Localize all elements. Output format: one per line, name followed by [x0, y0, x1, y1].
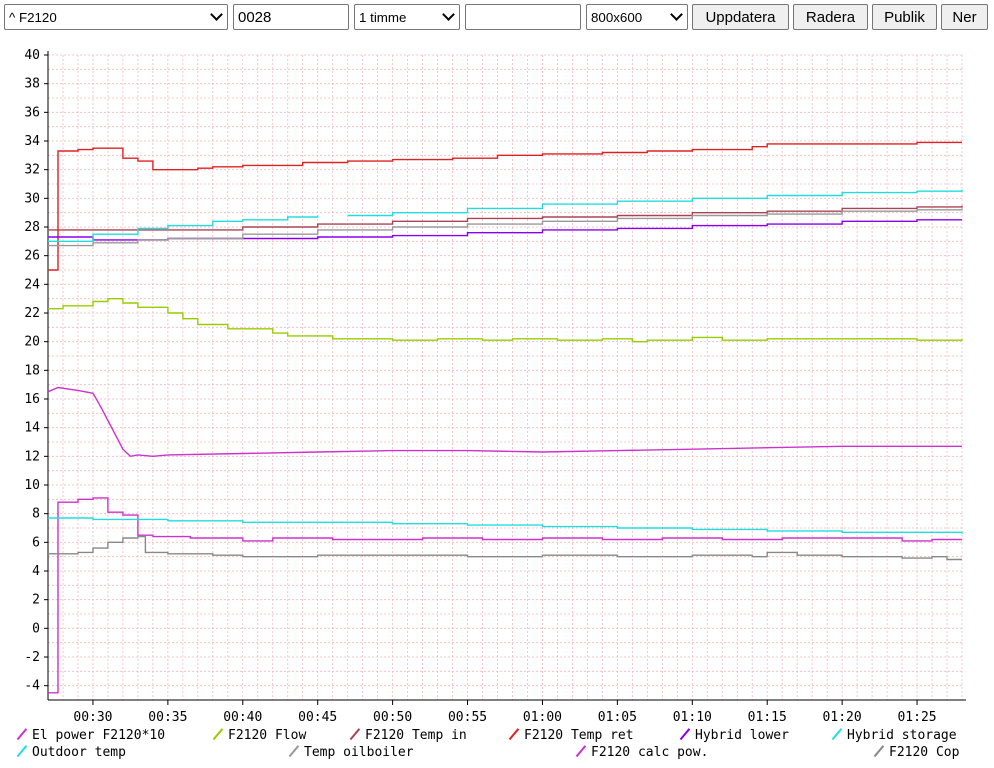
legend-swatch-icon	[575, 745, 585, 757]
legend-label: F2120 calc pow.	[591, 745, 709, 760]
y-tick-label: 30	[24, 191, 40, 206]
y-tick-label: -2	[24, 650, 40, 665]
y-tick-label: 4	[32, 564, 40, 579]
legend-label: F2120 Cop	[889, 745, 960, 760]
legend-swatch-icon	[873, 745, 883, 757]
device-select[interactable]: ^ F2120	[4, 4, 228, 30]
legend-label: F2120 Temp ret	[524, 728, 634, 743]
y-tick-label: 40	[24, 48, 40, 63]
y-tick-label: 12	[24, 449, 40, 464]
legend-label: Temp oilboiler	[304, 745, 414, 760]
y-tick-label: 2	[32, 593, 40, 608]
y-tick-label: 14	[24, 421, 40, 436]
y-tick-label: 32	[24, 163, 40, 178]
legend-item[interactable]: F2120 Cop	[873, 745, 959, 760]
legend-row: Outdoor temp Temp oilboiler F2120 calc pow…	[0, 745, 994, 761]
id-input[interactable]	[233, 4, 349, 30]
legend-item[interactable]: F2120 Temp ret	[508, 728, 634, 743]
legend-item[interactable]: Hybrid storage	[831, 728, 957, 743]
y-tick-label: 28	[24, 220, 40, 235]
legend-swatch-icon	[349, 728, 359, 740]
update-button[interactable]: Uppdatera	[692, 4, 789, 30]
legend-item[interactable]: Hybrid lower	[679, 728, 789, 743]
series-line-8	[47, 386, 962, 458]
series-line-5	[48, 189, 963, 242]
y-tick-label: 8	[32, 507, 40, 522]
legend-swatch-icon	[831, 728, 841, 740]
x-tick-label: 00:40	[223, 710, 262, 725]
y-tick-label: 10	[24, 478, 40, 493]
free-input[interactable]	[465, 4, 581, 30]
legend-label: Hybrid storage	[847, 728, 957, 743]
y-tick-label: 18	[24, 363, 40, 378]
x-tick-label: 00:45	[298, 710, 337, 725]
y-tick-label: -4	[24, 679, 40, 694]
x-tick-label: 01:00	[523, 710, 562, 725]
legend-swatch-icon	[212, 728, 222, 740]
x-tick-label: 01:25	[897, 710, 936, 725]
x-tick-label: 00:50	[373, 710, 412, 725]
legend-label: Outdoor temp	[32, 745, 126, 760]
x-tick-label: 00:55	[448, 710, 487, 725]
y-tick-label: 16	[24, 392, 40, 407]
legend-item[interactable]: Outdoor temp	[16, 745, 126, 760]
period-select-wrap[interactable]: 1 timme	[354, 4, 460, 30]
legend-item[interactable]: F2120 Flow	[212, 728, 306, 743]
device-select-wrap[interactable]: ^ F2120	[4, 4, 228, 30]
legend-label: Hybrid lower	[695, 728, 789, 743]
y-tick-label: 36	[24, 105, 40, 120]
chart: 4038363432302826242220181614121086420-2-…	[24, 48, 966, 725]
legend-label: F2120 Flow	[228, 728, 307, 743]
toolbar: ^ F2120 1 timme 800x600 Uppdatera Radera…	[4, 4, 990, 30]
legend-item[interactable]: El power F2120*10	[16, 728, 165, 743]
delete-button[interactable]: Radera	[793, 4, 868, 30]
legend-label: F2120 Temp in	[365, 728, 467, 743]
legend-row: El power F2120*10 F2120 Flow F2120 Temp in…	[0, 728, 994, 744]
legend-item[interactable]: F2120 calc pow.	[575, 745, 708, 760]
period-select[interactable]: 1 timme	[354, 4, 460, 30]
series-line-1	[48, 298, 963, 343]
series-line-0	[48, 497, 962, 694]
x-tick-label: 01:10	[673, 710, 712, 725]
x-tick-label: 00:35	[148, 710, 187, 725]
x-tick-label: 00:30	[73, 710, 112, 725]
legend-item[interactable]: F2120 Temp in	[349, 728, 467, 743]
y-tick-label: 22	[24, 306, 40, 321]
down-button[interactable]: Ner	[941, 4, 988, 30]
size-select-wrap[interactable]: 800x600	[586, 4, 688, 30]
y-tick-label: 6	[32, 535, 40, 550]
x-tick-label: 01:05	[598, 710, 637, 725]
series-line-3	[48, 141, 962, 271]
y-tick-label: 34	[24, 134, 40, 149]
legend-swatch-icon	[16, 728, 26, 740]
size-select[interactable]: 800x600	[586, 4, 688, 30]
legend-label: El power F2120*10	[32, 728, 166, 743]
legend-swatch-icon	[679, 728, 689, 740]
y-tick-label: 0	[32, 621, 40, 636]
y-tick-label: 24	[24, 277, 40, 292]
x-tick-label: 01:15	[748, 710, 787, 725]
legend-swatch-icon	[16, 745, 26, 757]
x-tick-label: 01:20	[823, 710, 862, 725]
y-tick-label: 20	[24, 335, 40, 350]
public-button[interactable]: Publik	[872, 4, 937, 30]
legend-item[interactable]: Temp oilboiler	[288, 745, 414, 760]
legend-swatch-icon	[508, 728, 518, 740]
y-tick-label: 26	[24, 249, 40, 264]
legend-swatch-icon	[288, 745, 298, 757]
y-tick-label: 38	[24, 77, 40, 92]
series-line-6	[48, 517, 963, 534]
